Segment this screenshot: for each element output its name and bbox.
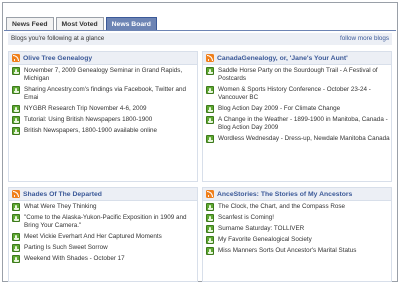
vote-icon[interactable] xyxy=(12,105,20,114)
panel-header: CanadaGenealogy, or, 'Jane's Your Aunt' xyxy=(203,52,391,65)
vote-icon[interactable] xyxy=(206,116,214,125)
post-link[interactable]: My Favorite Genealogical Society xyxy=(218,236,312,244)
vote-icon[interactable] xyxy=(206,86,214,95)
blog-panel-ancestories: AnceStories: The Stories of My Ancestors… xyxy=(202,187,392,282)
blog-panel-olive-tree: Olive Tree Genealogy November 7, 2009 Ge… xyxy=(8,51,198,182)
post-link[interactable]: Sharing Ancestry.com's findings via Face… xyxy=(24,86,197,102)
vote-icon[interactable] xyxy=(12,127,20,136)
post-link[interactable]: A Change in the Weather - 1899-1900 in M… xyxy=(218,116,391,132)
panel-header: Olive Tree Genealogy xyxy=(9,52,197,65)
post-link[interactable]: Miss Manners Sorts Out Ancestor's Marita… xyxy=(218,247,356,255)
follow-more-blogs-link[interactable]: follow more blogs xyxy=(340,35,389,42)
tab-news-board[interactable]: News Board xyxy=(105,17,157,31)
list-item: November 7, 2009 Genealogy Seminar in Gr… xyxy=(12,67,197,83)
list-item: Women & Sports History Conference - Octo… xyxy=(206,86,391,102)
list-item: Tutorial: Using British Newspapers 1800-… xyxy=(12,116,197,125)
list-item: Miss Manners Sorts Out Ancestor's Marita… xyxy=(206,247,391,256)
blog-panel-shades-of-the-departed: Shades Of The Departed What Were They Th… xyxy=(8,187,198,282)
list-item: Surname Saturday: TOLLIVER xyxy=(206,225,391,234)
post-link[interactable]: Wordless Wednesday - Dress-up, Newdale M… xyxy=(218,135,390,143)
post-link[interactable]: Parting Is Such Sweet Sorrow xyxy=(24,244,108,252)
vote-icon[interactable] xyxy=(206,203,214,211)
post-link[interactable]: Weekend With Shades - October 17 xyxy=(24,255,125,263)
panel-title[interactable]: Shades Of The Departed xyxy=(23,191,102,198)
post-link[interactable]: "Come to the Alaska-Yukon-Pacific Exposi… xyxy=(24,214,197,230)
list-item: What Were They Thinking xyxy=(12,203,197,211)
post-link[interactable]: Saddle Horse Party on the Sourdough Trai… xyxy=(218,67,391,83)
vote-icon[interactable] xyxy=(12,255,20,264)
panel-header: Shades Of The Departed xyxy=(9,188,197,201)
post-link[interactable]: NYGBR Research Trip November 4-6, 2009 xyxy=(24,105,147,113)
post-link[interactable]: Meet Vickie Everhart And Her Captured Mo… xyxy=(24,233,162,241)
list-item: Parting Is Such Sweet Sorrow xyxy=(12,244,197,253)
list-item: Blog Action Day 2009 - For Climate Chang… xyxy=(206,105,391,114)
list-item: Weekend With Shades - October 17 xyxy=(12,255,197,264)
vote-icon[interactable] xyxy=(12,67,20,75)
tab-news-feed[interactable]: News Feed xyxy=(6,17,54,31)
vote-icon[interactable] xyxy=(206,67,214,75)
post-link[interactable]: Women & Sports History Conference - Octo… xyxy=(218,86,391,102)
vote-icon[interactable] xyxy=(206,225,214,234)
subheader-bar: Blogs you're following at a glance follo… xyxy=(8,33,392,45)
rss-icon xyxy=(206,54,214,62)
list-item: British Newspapers, 1800-1900 available … xyxy=(12,127,197,136)
list-item: Meet Vickie Everhart And Her Captured Mo… xyxy=(12,233,197,242)
panel-title[interactable]: CanadaGenealogy, or, 'Jane's Your Aunt' xyxy=(217,55,348,62)
post-link[interactable]: What Were They Thinking xyxy=(24,203,96,211)
tab-divider xyxy=(4,30,396,31)
blog-panel-canada-genealogy: CanadaGenealogy, or, 'Jane's Your Aunt' … xyxy=(202,51,392,182)
vote-icon[interactable] xyxy=(206,236,214,245)
vote-icon[interactable] xyxy=(12,86,20,95)
vote-icon[interactable] xyxy=(12,116,20,125)
panel-title[interactable]: AnceStories: The Stories of My Ancestors xyxy=(217,191,352,198)
list-item: Scanfest is Coming! xyxy=(206,214,391,223)
tab-bar: News Feed Most Voted News Board xyxy=(6,17,157,31)
vote-icon[interactable] xyxy=(12,233,20,242)
list-item: The Clock, the Chart, and the Compass Ro… xyxy=(206,203,391,211)
post-link[interactable]: Blog Action Day 2009 - For Climate Chang… xyxy=(218,105,340,113)
list-item: Sharing Ancestry.com's findings via Face… xyxy=(12,86,197,102)
post-link[interactable]: British Newspapers, 1800-1900 available … xyxy=(24,127,157,135)
vote-icon[interactable] xyxy=(206,105,214,114)
list-item: NYGBR Research Trip November 4-6, 2009 xyxy=(12,105,197,114)
list-item: Saddle Horse Party on the Sourdough Trai… xyxy=(206,67,391,83)
vote-icon[interactable] xyxy=(206,247,214,256)
rss-icon xyxy=(12,54,20,62)
vote-icon[interactable] xyxy=(206,214,214,223)
list-item: My Favorite Genealogical Society xyxy=(206,236,391,245)
post-link[interactable]: Tutorial: Using British Newspapers 1800-… xyxy=(24,116,152,124)
post-link[interactable]: Surname Saturday: TOLLIVER xyxy=(218,225,304,233)
panel-title[interactable]: Olive Tree Genealogy xyxy=(23,55,92,62)
vote-icon[interactable] xyxy=(12,203,20,211)
vote-icon[interactable] xyxy=(12,244,20,253)
post-link[interactable]: The Clock, the Chart, and the Compass Ro… xyxy=(218,203,345,211)
vote-icon[interactable] xyxy=(206,135,214,144)
list-item: A Change in the Weather - 1899-1900 in M… xyxy=(206,116,391,132)
post-link[interactable]: Scanfest is Coming! xyxy=(218,214,274,222)
tab-most-voted[interactable]: Most Voted xyxy=(55,17,104,31)
panel-header: AnceStories: The Stories of My Ancestors xyxy=(203,188,391,201)
list-item: "Come to the Alaska-Yukon-Pacific Exposi… xyxy=(12,214,197,230)
post-link[interactable]: November 7, 2009 Genealogy Seminar in Gr… xyxy=(24,67,197,83)
subheader-caption: Blogs you're following at a glance xyxy=(11,35,105,42)
rss-icon xyxy=(12,190,20,198)
vote-icon[interactable] xyxy=(12,214,20,223)
list-item: Wordless Wednesday - Dress-up, Newdale M… xyxy=(206,135,391,144)
rss-icon xyxy=(206,190,214,198)
